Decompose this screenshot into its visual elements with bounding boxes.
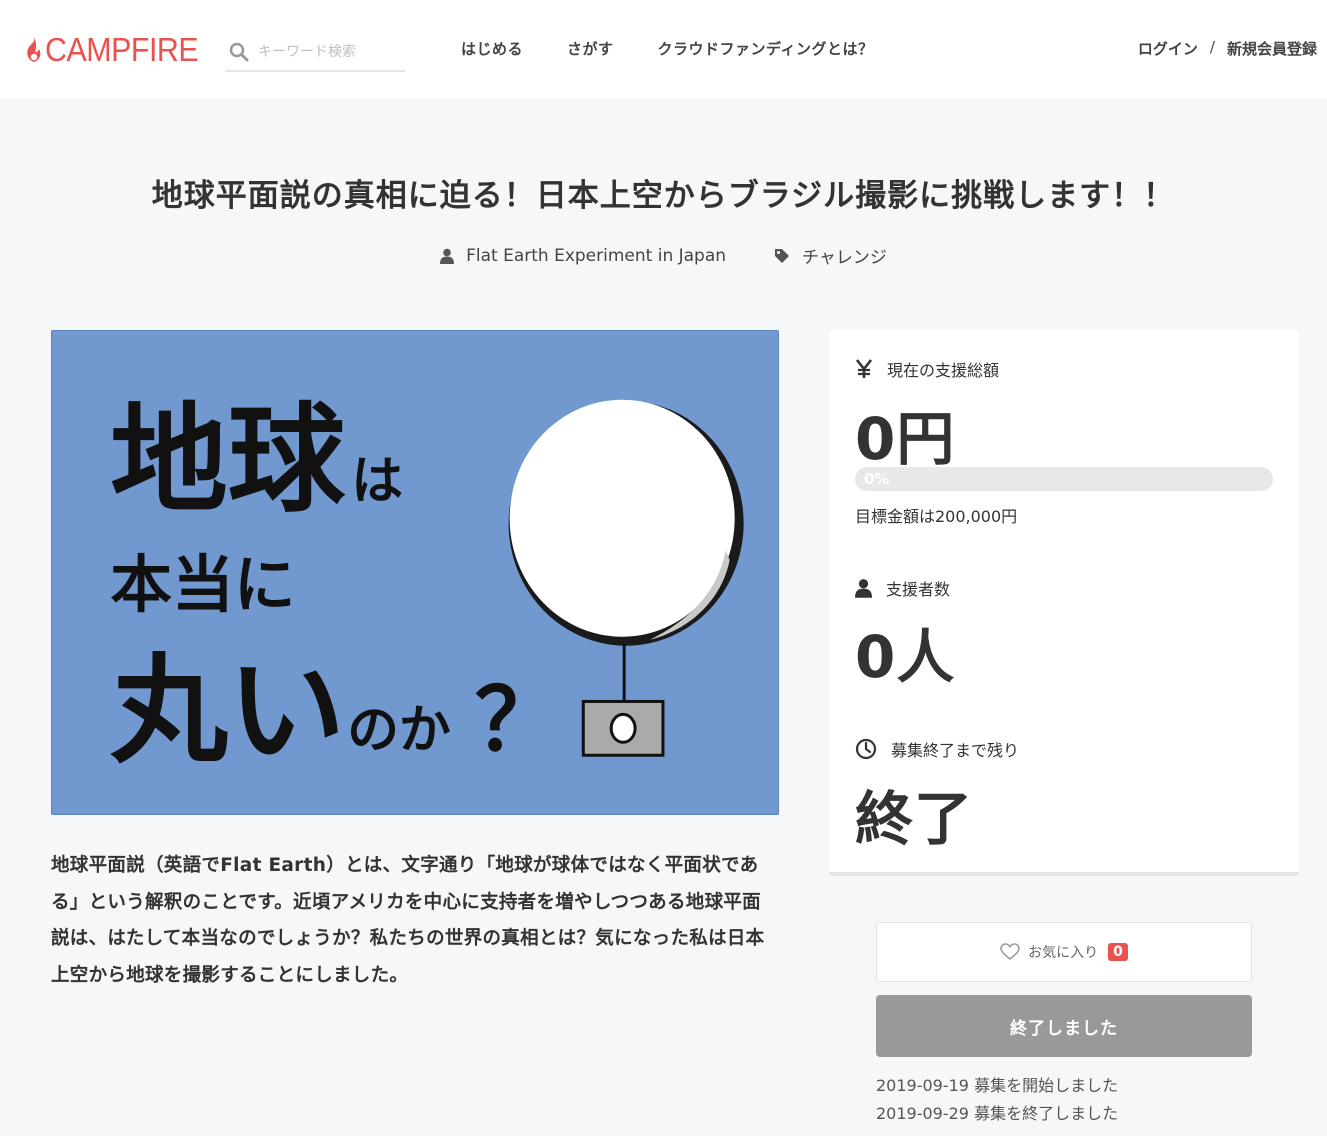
hero-text-question: ？ <box>475 670 561 770</box>
flame-icon <box>27 37 41 62</box>
backers-label-row: 支援者数 <box>855 576 950 600</box>
clock-icon <box>855 738 877 760</box>
favorite-label: お気に入り <box>1028 945 1099 961</box>
project-description: 地球平面説（英語でFlat Earth）とは、文字通り「地球が球体ではなく平面状… <box>51 855 765 986</box>
logo-text: CAMPFIRE <box>45 31 199 68</box>
search-box[interactable] <box>225 33 405 72</box>
end-date: 2019-09-29 募集を終了しました <box>876 1104 1119 1123</box>
heart-icon <box>1000 943 1020 961</box>
main-nav: はじめる さがす クラウドファンディングとは？ <box>461 38 917 59</box>
hero-text-noka: のか <box>347 699 451 760</box>
login-link[interactable]: ログイン <box>1138 38 1198 59</box>
funding-progress-text: 0% <box>864 470 890 488</box>
nav-about-crowdfunding[interactable]: クラウドファンディングとは？ <box>658 38 874 59</box>
project-title: 地球平面説の真相に迫る！日本上空からブラジル撮影に挑戦します！！ <box>151 178 1176 214</box>
project-category[interactable]: チャレンジ <box>774 243 887 268</box>
nav-start[interactable]: はじめる <box>461 38 523 59</box>
funding-progress-bar: 0% <box>855 467 1273 491</box>
auth-separator: / <box>1209 38 1215 56</box>
user-icon <box>855 579 872 598</box>
funding-value: 0円 <box>855 405 956 473</box>
hero-text-round: 丸い <box>109 641 345 779</box>
owner-name: Flat Earth Experiment in Japan <box>466 245 727 266</box>
hero-text-earth: 地球 <box>110 390 346 528</box>
ended-button[interactable]: 終了しました <box>876 995 1252 1057</box>
start-date: 2019-09-19 募集を開始しました <box>876 1076 1119 1095</box>
project-meta: Flat Earth Experiment in Japan チャレンジ <box>0 243 1327 268</box>
remaining-label: 募集終了まで残り <box>891 741 1020 760</box>
search-input[interactable] <box>258 43 398 60</box>
favorite-count-badge: 0 <box>1108 943 1128 961</box>
hero-illustration: 地球 は 本当に 丸い のか ？ <box>52 331 778 814</box>
hero-text-really: 本当に <box>110 548 295 621</box>
remaining-value: 終了 <box>855 785 974 853</box>
project-dates: 2019-09-19 募集を開始しました 2019-09-29 募集を終了しまし… <box>876 1072 1118 1128</box>
nav-search[interactable]: さがす <box>567 38 614 59</box>
category-name: チャレンジ <box>802 248 887 268</box>
favorite-button[interactable]: お気に入り 0 <box>876 922 1252 982</box>
funding-label: 現在の支援総額 <box>887 361 1000 380</box>
user-icon <box>440 248 455 264</box>
search-icon <box>229 42 249 61</box>
backers-value: 0人 <box>855 623 956 691</box>
yen-icon <box>855 359 873 378</box>
backers-label: 支援者数 <box>886 580 951 599</box>
tag-icon <box>775 248 790 263</box>
project-hero-image: 地球 は 本当に 丸い のか ？ <box>51 330 779 815</box>
funding-label-row: 現在の支援総額 <box>855 357 999 381</box>
hero-text-ha: は <box>351 450 403 511</box>
stats-card: 現在の支援総額 0円 0% 目標金額は200,000円 支援者数 0人 募集終了… <box>829 330 1299 876</box>
funding-goal: 目標金額は200,000円 <box>855 507 1018 526</box>
auth-links: ログイン / 新規会員登録 <box>1138 38 1317 59</box>
signup-link[interactable]: 新規会員登録 <box>1227 38 1317 59</box>
project-owner[interactable]: Flat Earth Experiment in Japan <box>440 243 726 268</box>
remaining-label-row: 募集終了まで残り <box>855 737 1019 761</box>
campfire-logo[interactable]: CAMPFIRE <box>24 30 212 70</box>
site-header: CAMPFIRE はじめる さがす クラウドファンディングとは？ ログイン / … <box>0 0 1327 99</box>
